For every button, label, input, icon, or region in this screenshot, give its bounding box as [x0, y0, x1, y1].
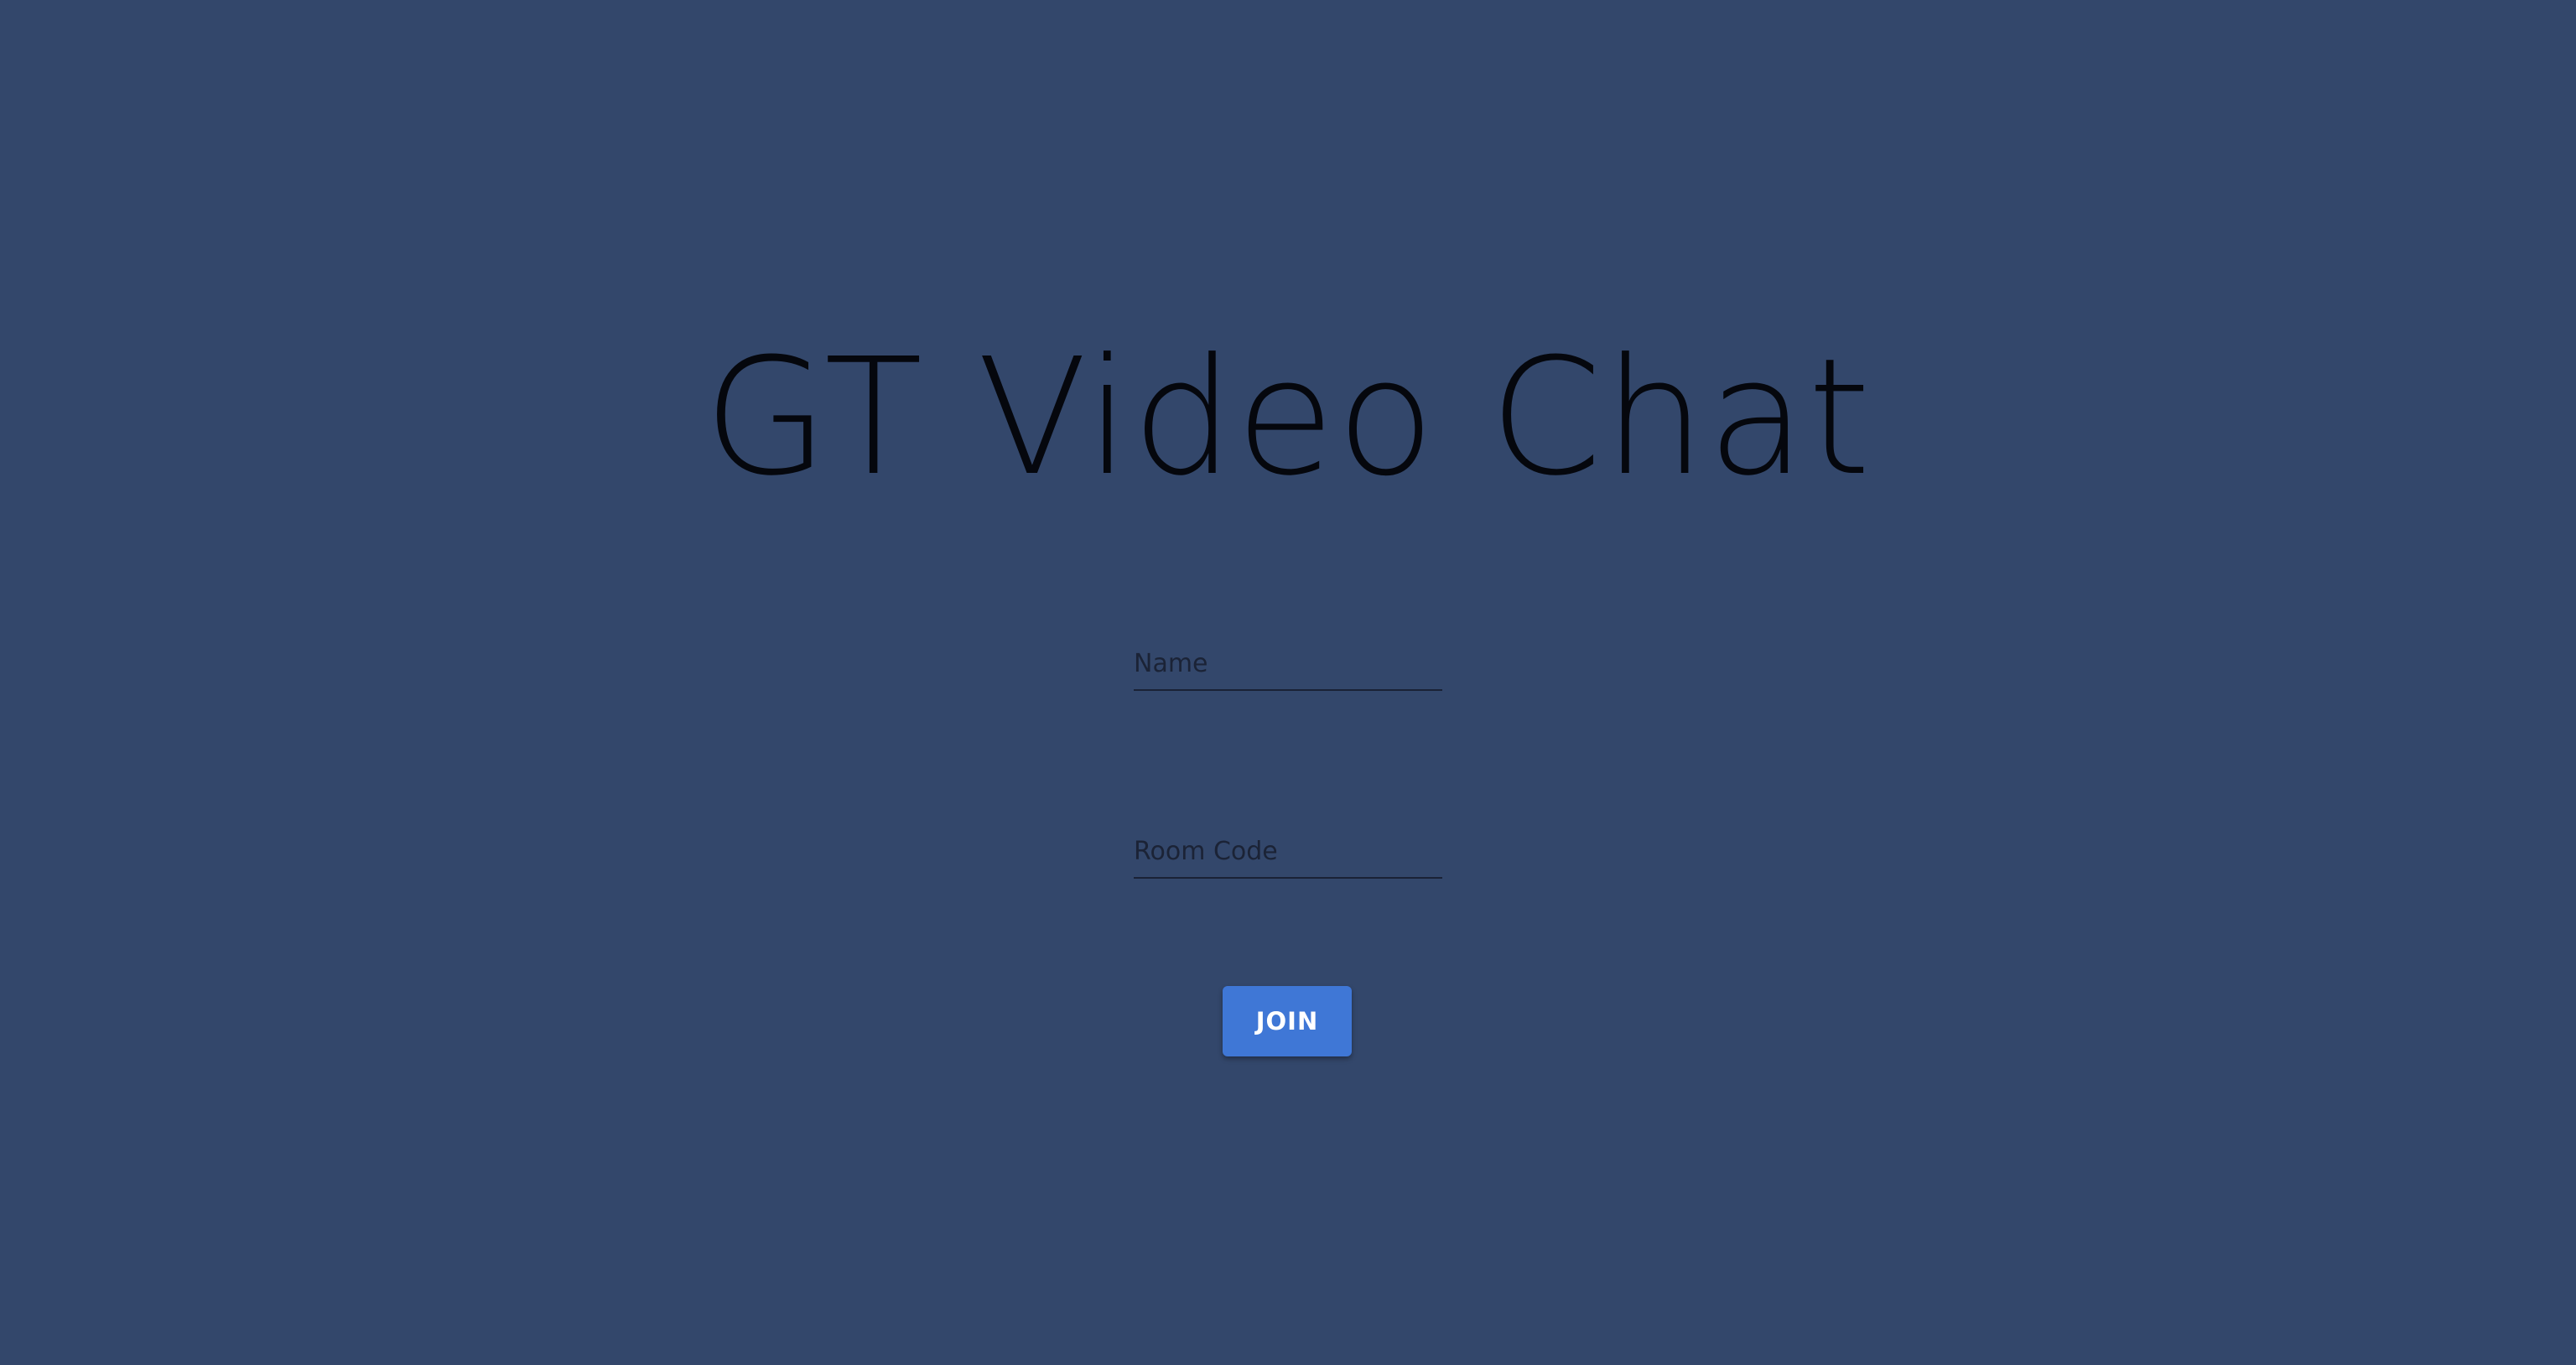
- page-title: GT Video Chat: [704, 324, 1872, 511]
- name-input[interactable]: [1134, 639, 1442, 688]
- room-code-field[interactable]: [1134, 827, 1442, 879]
- name-field[interactable]: [1134, 639, 1442, 691]
- join-button[interactable]: JOIN: [1223, 986, 1352, 1056]
- room-code-input[interactable]: [1134, 827, 1442, 875]
